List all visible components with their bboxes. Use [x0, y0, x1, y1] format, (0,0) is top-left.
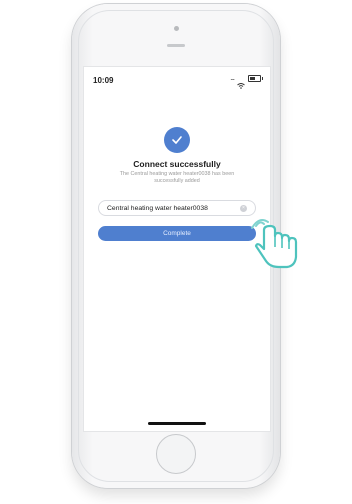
home-indicator — [148, 422, 206, 425]
status-icons: .... — [230, 75, 263, 89]
battery-icon — [248, 75, 263, 82]
phone-frame: 10:09 .... Connect successfully The Cent… — [72, 4, 280, 488]
app-screen: 10:09 .... Connect successfully The Cent… — [83, 66, 271, 432]
success-check-icon — [164, 127, 190, 153]
signal-icon: .... — [230, 75, 235, 82]
status-time: 10:09 — [93, 76, 114, 85]
connect-subtitle: The Central heating water heater0038 has… — [119, 171, 235, 184]
home-button[interactable] — [156, 434, 196, 474]
clear-icon[interactable]: × — [240, 204, 247, 212]
front-camera — [174, 26, 179, 31]
connect-title: Connect successfully — [133, 159, 221, 169]
device-name-input[interactable]: Central heating water heater0038 × — [98, 200, 256, 216]
earpiece-speaker — [167, 44, 185, 47]
complete-button[interactable]: Complete — [98, 226, 256, 241]
tap-hand-icon — [250, 214, 308, 272]
wifi-icon — [237, 76, 245, 89]
device-name-value: Central heating water heater0038 — [107, 204, 208, 212]
